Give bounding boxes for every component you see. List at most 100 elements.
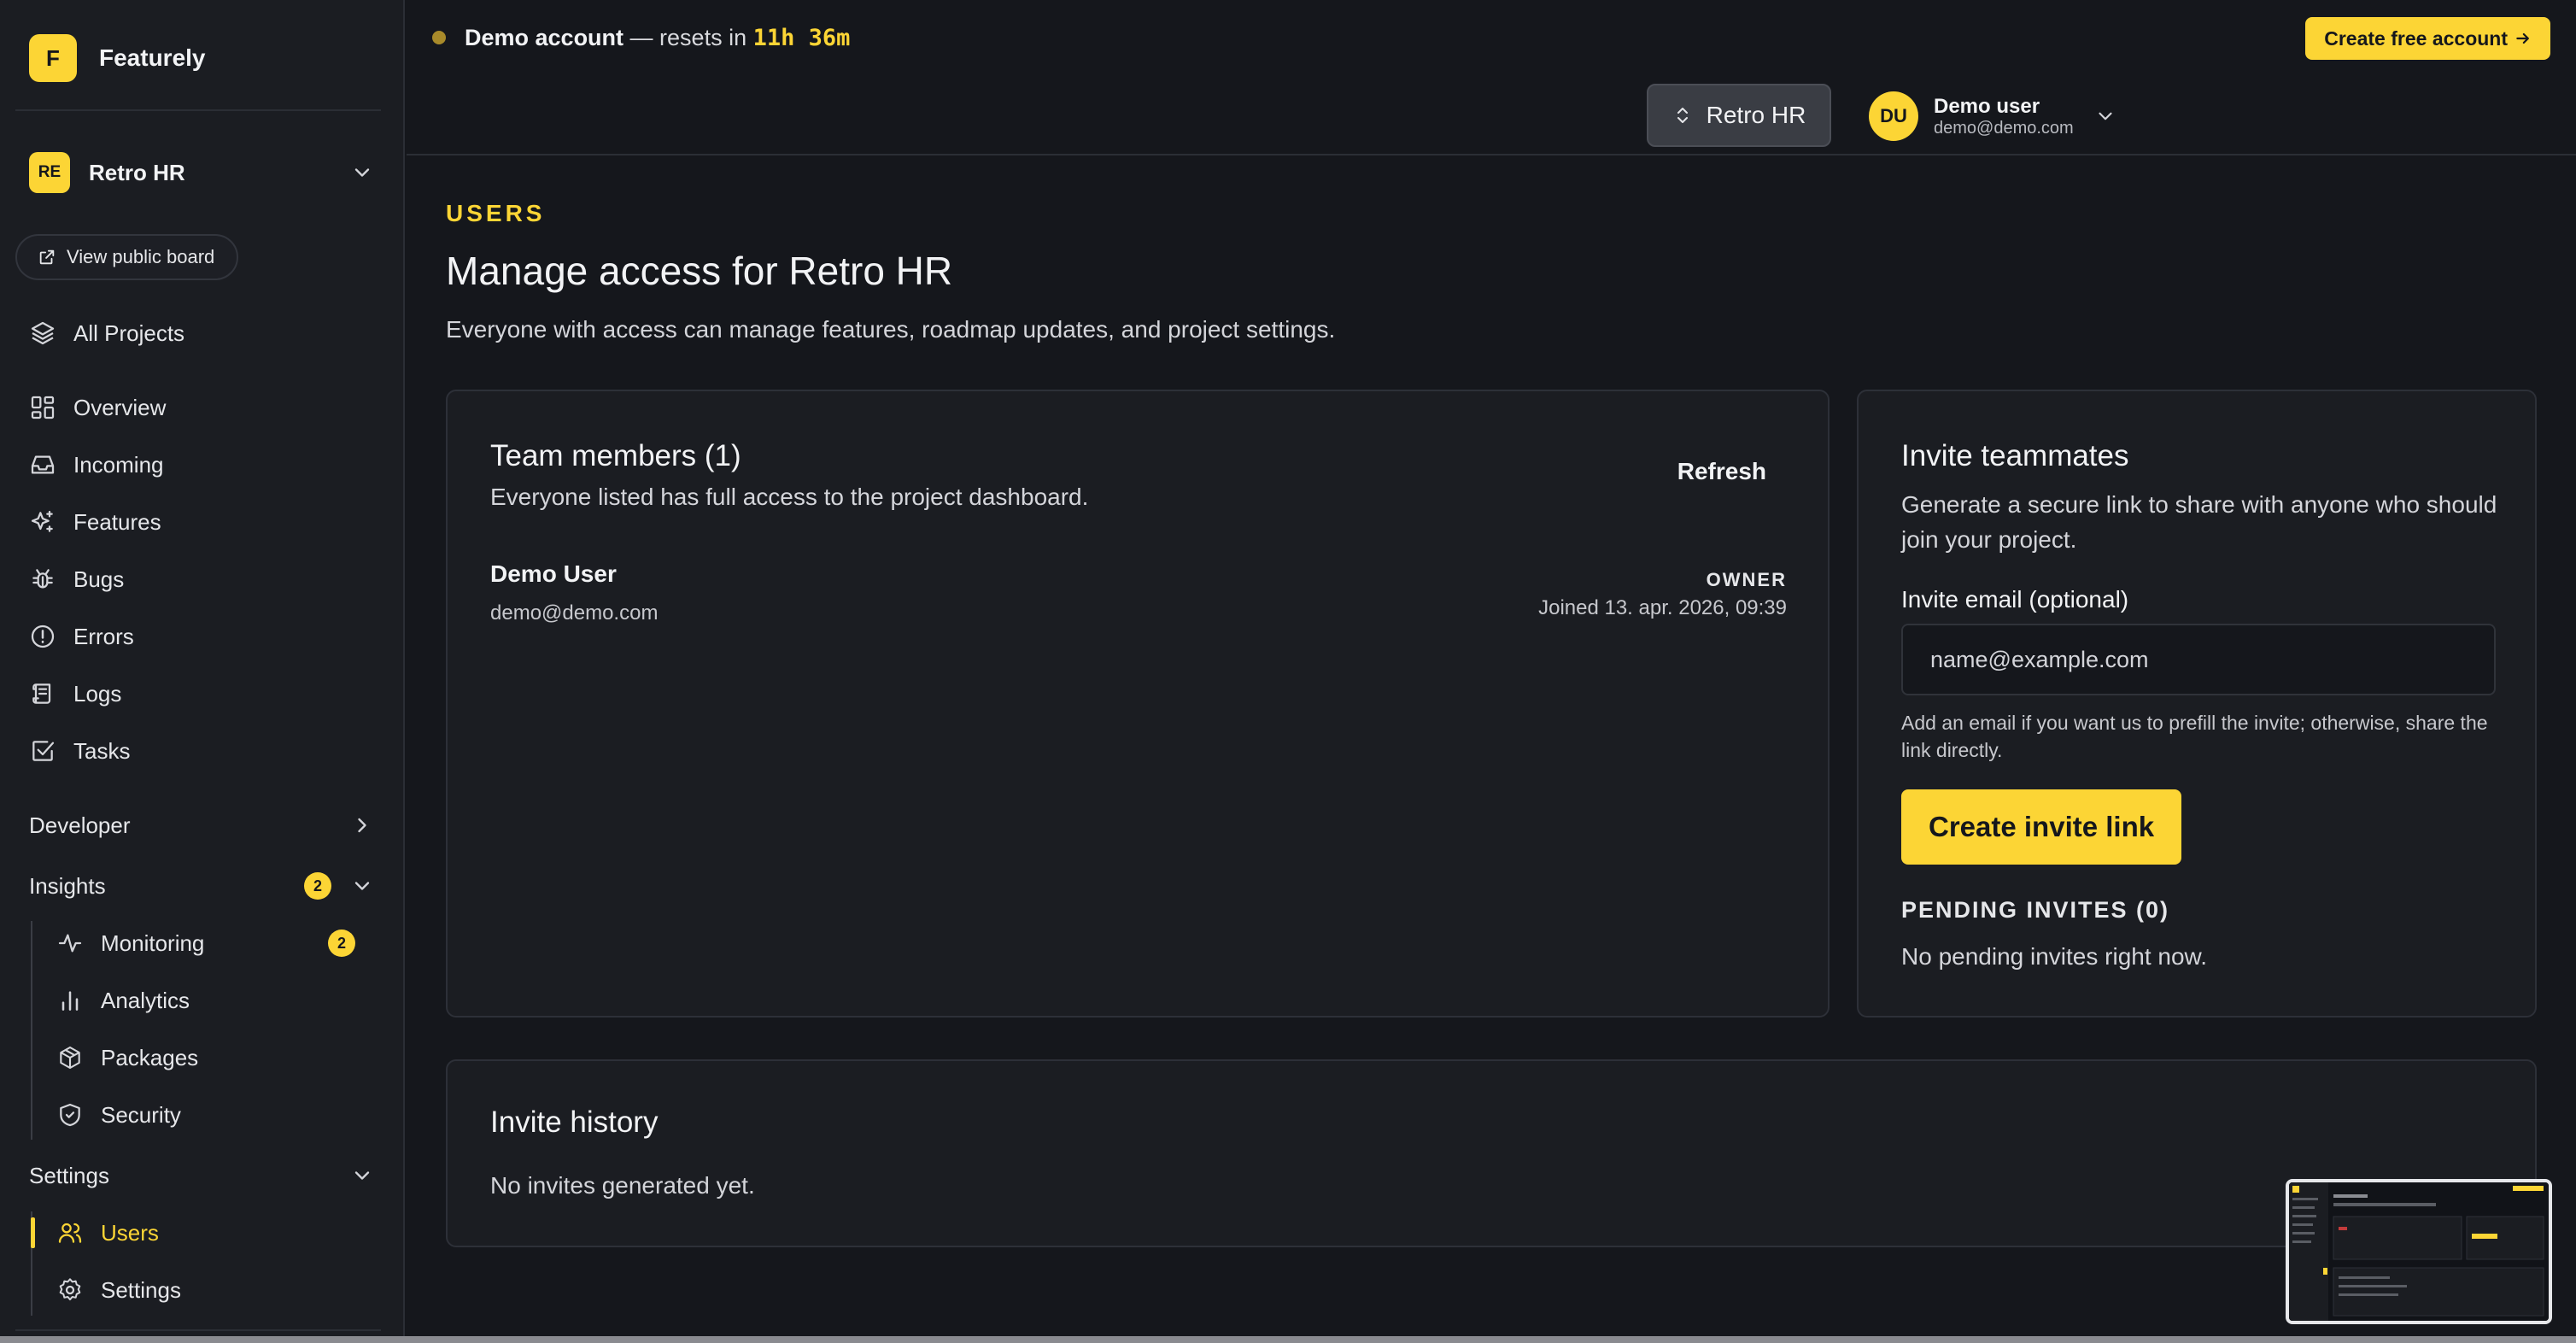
user-name: Demo user	[1934, 95, 2040, 118]
page-eyebrow: USERS	[446, 200, 546, 226]
sidebar-item-packages[interactable]: Packages	[56, 1038, 198, 1077]
invite-teammates-card: Invite teammates Generate a secure link …	[1857, 390, 2537, 1018]
invite-email-input[interactable]	[1901, 624, 2496, 695]
invite-help-text: Add an email if you want us to prefill t…	[1901, 712, 2488, 761]
section-insights[interactable]: Insights 2	[29, 866, 374, 906]
sidebar-item-users[interactable]: Users	[56, 1213, 159, 1252]
invite-email-label: Invite email (optional)	[1901, 586, 2129, 613]
external-link-icon	[39, 249, 55, 265]
member-name: Demo User	[490, 560, 617, 587]
chevron-right-icon	[358, 818, 366, 833]
window-bottom-edge	[0, 1336, 2576, 1343]
inbox-icon	[31, 455, 55, 474]
sidebar-divider	[15, 1329, 381, 1331]
user-email: demo@demo.com	[1934, 119, 2074, 138]
status-dot	[432, 31, 446, 44]
sidebar-item-label: Packages	[101, 1044, 199, 1070]
public-board-label: View public board	[67, 246, 215, 267]
activity-icon	[58, 934, 82, 953]
member-role-badge: OWNER	[1706, 569, 1787, 590]
app-logo: F	[29, 34, 77, 82]
sidebar-divider	[15, 109, 381, 111]
sidebar-item-logs[interactable]: Logs	[29, 674, 121, 713]
chevrons-up-down-icon	[1677, 108, 1688, 123]
scroll-icon	[32, 683, 51, 704]
users-icon	[58, 1223, 82, 1243]
refresh-button[interactable]: Refresh	[1677, 458, 1766, 485]
sidebar-item-all-projects[interactable]: All Projects	[29, 314, 184, 353]
section-label: Developer	[29, 812, 131, 838]
screenshot-thumbnail[interactable]	[2286, 1179, 2552, 1324]
view-public-board-button[interactable]: View public board	[15, 234, 239, 280]
checkbox-icon	[32, 741, 55, 761]
section-label: Settings	[29, 1162, 109, 1188]
grid-icon	[31, 396, 55, 419]
project-switcher-label: Retro HR	[1706, 102, 1806, 128]
create-free-account-label: Create free account	[2324, 26, 2508, 50]
invite-history-card: Invite history No invites generated yet.	[446, 1059, 2537, 1247]
sparkles-icon	[31, 510, 53, 532]
app-name: Featurely	[99, 44, 206, 71]
sidebar-item-label: Security	[101, 1101, 181, 1128]
shield-icon	[60, 1103, 80, 1127]
sidebar-item-bugs[interactable]: Bugs	[29, 560, 124, 599]
brand[interactable]: F Featurely	[29, 31, 206, 85]
create-invite-link-button[interactable]: Create invite link	[1901, 789, 2182, 865]
sidebar-item-label: Overview	[73, 394, 167, 420]
member-joined: Joined 13. apr. 2026, 09:39	[1538, 596, 1787, 619]
invite-history-title: Invite history	[490, 1105, 659, 1139]
sidebar-item-settings[interactable]: Settings	[56, 1270, 181, 1310]
monitoring-count-badge: 2	[328, 930, 355, 957]
sidebar-item-security[interactable]: Security	[56, 1095, 181, 1135]
chevron-down-icon	[354, 168, 370, 177]
sidebar-item-label: Settings	[101, 1276, 181, 1303]
pending-invites-empty: No pending invites right now.	[1901, 943, 2207, 970]
sidebar-item-label: Users	[101, 1219, 159, 1246]
project-selector[interactable]: RE Retro HR	[29, 150, 374, 195]
project-name: Retro HR	[89, 159, 185, 185]
chevron-down-icon	[354, 882, 370, 890]
page-subtitle: Everyone with access can manage features…	[446, 316, 1336, 343]
pending-invites-heading: PENDING INVITES (0)	[1901, 897, 2170, 923]
sidebar-item-label: Features	[73, 508, 161, 535]
project-switcher-button[interactable]: Retro HR	[1647, 84, 1831, 147]
user-menu[interactable]: DU Demo user demo@demo.com	[1869, 89, 2116, 144]
topbar: Demo account — resets in 11h 36m Create …	[407, 0, 2576, 155]
insights-count-badge: 2	[304, 872, 331, 900]
reset-timer: 11h 36m	[752, 24, 851, 51]
invite-subtitle: Generate a secure link to share with any…	[1901, 491, 2497, 553]
thumbnail-preview-icon	[2289, 1182, 2549, 1321]
invite-history-empty: No invites generated yet.	[490, 1172, 755, 1199]
invite-title: Invite teammates	[1901, 439, 2129, 472]
section-settings[interactable]: Settings	[29, 1156, 374, 1195]
create-free-account-button[interactable]: Create free account	[2305, 17, 2550, 60]
avatar: DU	[1869, 91, 1918, 141]
sidebar-item-monitoring[interactable]: Monitoring 2	[56, 924, 374, 963]
sidebar-item-errors[interactable]: Errors	[29, 617, 134, 656]
active-indicator	[31, 1217, 35, 1248]
section-label: Insights	[29, 872, 106, 899]
bar-chart-icon	[61, 991, 79, 1011]
team-members-title: Team members (1)	[490, 439, 741, 472]
insights-rail	[31, 921, 32, 1140]
sidebar-item-label: Errors	[73, 623, 134, 649]
bug-icon	[32, 569, 53, 589]
sidebar-item-analytics[interactable]: Analytics	[56, 981, 190, 1020]
section-developer[interactable]: Developer	[29, 806, 374, 845]
sidebar-item-label: Incoming	[73, 451, 164, 478]
demo-banner: Demo account — resets in 11h 36m	[432, 19, 850, 56]
sidebar-item-tasks[interactable]: Tasks	[29, 731, 130, 771]
demo-label: Demo account	[465, 24, 624, 50]
alert-circle-icon	[31, 625, 55, 648]
package-icon	[60, 1046, 80, 1070]
sidebar-item-overview[interactable]: Overview	[29, 388, 166, 427]
sidebar-item-incoming[interactable]: Incoming	[29, 445, 164, 484]
sidebar-item-label: Monitoring	[101, 930, 205, 956]
team-members-card: Team members (1) Everyone listed has ful…	[446, 390, 1830, 1018]
page-title: Manage access for Retro HR	[446, 249, 953, 293]
sidebar-item-label: All Projects	[73, 320, 185, 346]
sidebar: F Featurely RE Retro HR View public boar…	[0, 0, 405, 1343]
sidebar-item-features[interactable]: Features	[29, 502, 161, 542]
gear-icon	[59, 1278, 81, 1301]
team-members-subtitle: Everyone listed has full access to the p…	[490, 484, 1089, 510]
